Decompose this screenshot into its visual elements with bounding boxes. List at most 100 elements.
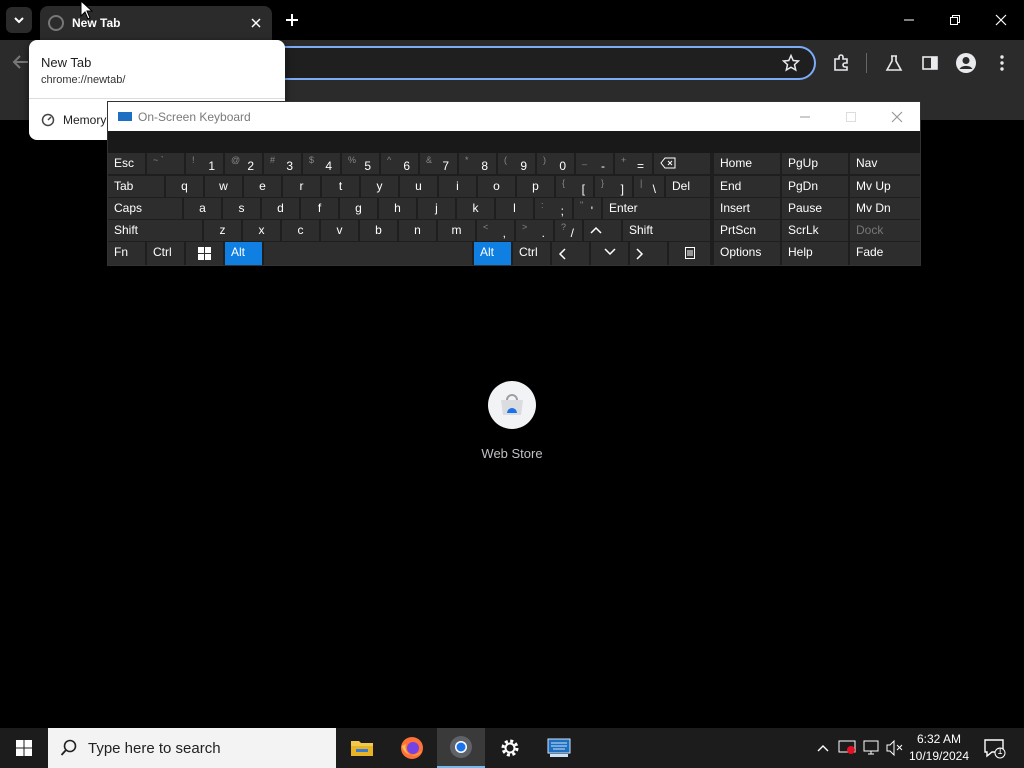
key-l[interactable]: l: [496, 198, 533, 219]
key-q[interactable]: q: [166, 176, 203, 197]
osk-maximize-button[interactable]: [828, 102, 874, 131]
key-menu[interactable]: [669, 242, 710, 265]
key-caps[interactable]: Caps: [108, 198, 182, 219]
key-period[interactable]: >.: [516, 220, 553, 241]
notification-center-button[interactable]: 1: [982, 736, 1006, 760]
taskbar-chrome[interactable]: [437, 728, 485, 768]
profile-button[interactable]: [955, 52, 977, 74]
key-backslash[interactable]: | \: [634, 176, 664, 197]
bookmark-star-icon[interactable]: [782, 54, 800, 72]
key-9[interactable]: (9: [498, 153, 535, 174]
key-k[interactable]: k: [457, 198, 494, 219]
key-i[interactable]: i: [439, 176, 476, 197]
key-comma[interactable]: <,: [477, 220, 514, 241]
key-n[interactable]: n: [399, 220, 436, 241]
taskbar-firefox[interactable]: [388, 728, 436, 768]
key-6[interactable]: ^ 6: [381, 153, 418, 174]
tray-security-icon[interactable]: [837, 738, 857, 758]
key-mv-up[interactable]: Mv Up: [850, 176, 920, 197]
key-arrow-up[interactable]: [584, 220, 621, 241]
key-j[interactable]: j: [418, 198, 455, 219]
key-x[interactable]: x: [243, 220, 280, 241]
key-8[interactable]: * 8: [459, 153, 496, 174]
key-pause[interactable]: Pause: [782, 198, 848, 219]
show-hidden-icons-button[interactable]: [813, 738, 833, 758]
key-b[interactable]: b: [360, 220, 397, 241]
key-fade[interactable]: Fade: [850, 242, 920, 265]
key-options[interactable]: Options: [714, 242, 780, 265]
key-nav[interactable]: Nav: [850, 153, 920, 174]
key-backtick[interactable]: ~ `: [147, 153, 184, 174]
osk-close-button[interactable]: [874, 102, 920, 131]
key-m[interactable]: m: [438, 220, 475, 241]
key-del[interactable]: Del: [666, 176, 710, 197]
key-minus[interactable]: _ -: [576, 153, 613, 174]
key-ctrl-right[interactable]: Ctrl: [513, 242, 550, 265]
new-tab-button[interactable]: [280, 8, 304, 32]
key-pgdn[interactable]: PgDn: [782, 176, 848, 197]
key-7[interactable]: & 7: [420, 153, 457, 174]
key-y[interactable]: y: [361, 176, 398, 197]
key-end[interactable]: End: [714, 176, 780, 197]
close-window-button[interactable]: [978, 0, 1024, 40]
key-0[interactable]: ) 0: [537, 153, 574, 174]
key-tab[interactable]: Tab: [108, 176, 164, 197]
key-pgup[interactable]: PgUp: [782, 153, 848, 174]
key-arrow-down[interactable]: [591, 242, 628, 265]
key-t[interactable]: t: [322, 176, 359, 197]
key-c[interactable]: c: [282, 220, 319, 241]
labs-button[interactable]: [883, 52, 905, 74]
minimize-button[interactable]: [886, 0, 932, 40]
key-help[interactable]: Help: [782, 242, 848, 265]
key-2[interactable]: @2: [225, 153, 262, 174]
key-home[interactable]: Home: [714, 153, 780, 174]
key-alt-right[interactable]: Alt: [474, 242, 511, 265]
key-bracket-open[interactable]: {[: [556, 176, 593, 197]
taskbar-settings[interactable]: [486, 728, 534, 768]
key-dock[interactable]: Dock: [850, 220, 920, 241]
side-panel-button[interactable]: [919, 52, 941, 74]
tab-search-button[interactable]: [6, 7, 32, 33]
key-shift-left[interactable]: Shift: [108, 220, 202, 241]
key-arrow-left[interactable]: [552, 242, 589, 265]
key-v[interactable]: v: [321, 220, 358, 241]
menu-button[interactable]: [991, 52, 1013, 74]
key-g[interactable]: g: [340, 198, 377, 219]
key-ctrl-left[interactable]: Ctrl: [147, 242, 184, 265]
key-3[interactable]: #3: [264, 153, 301, 174]
key-backspace[interactable]: [654, 153, 710, 174]
key-windows[interactable]: [186, 242, 223, 265]
taskbar-on-screen-keyboard[interactable]: [535, 728, 583, 768]
key-equals[interactable]: + =: [615, 153, 652, 174]
key-5[interactable]: % 5: [342, 153, 379, 174]
taskbar-clock[interactable]: 6:32 AM 10/19/2024: [906, 731, 972, 765]
key-r[interactable]: r: [283, 176, 320, 197]
key-insert[interactable]: Insert: [714, 198, 780, 219]
key-u[interactable]: u: [400, 176, 437, 197]
key-e[interactable]: e: [244, 176, 281, 197]
key-f[interactable]: f: [301, 198, 338, 219]
key-fn[interactable]: Fn: [108, 242, 145, 265]
web-store-shortcut[interactable]: [488, 381, 536, 429]
taskbar-file-explorer[interactable]: [338, 728, 386, 768]
key-shift-right[interactable]: Shift: [623, 220, 710, 241]
tab-new-tab[interactable]: New Tab: [40, 6, 272, 40]
key-bracket-close[interactable]: }]: [595, 176, 632, 197]
tab-close-button[interactable]: [248, 15, 264, 31]
key-a[interactable]: a: [184, 198, 221, 219]
key-enter[interactable]: Enter: [603, 198, 710, 219]
key-p[interactable]: p: [517, 176, 554, 197]
key-w[interactable]: w: [205, 176, 242, 197]
key-mv-dn[interactable]: Mv Dn: [850, 198, 920, 219]
key-semicolon[interactable]: :;: [535, 198, 572, 219]
key-alt-left[interactable]: Alt: [225, 242, 262, 265]
key-quote[interactable]: " ': [574, 198, 601, 219]
key-slash[interactable]: ? /: [555, 220, 582, 241]
back-arrow-icon[interactable]: [12, 53, 30, 71]
key-1[interactable]: ! 1: [186, 153, 223, 174]
key-s[interactable]: s: [223, 198, 260, 219]
restore-button[interactable]: [932, 0, 978, 40]
key-d[interactable]: d: [262, 198, 299, 219]
tray-volume-icon[interactable]: [885, 738, 905, 758]
key-arrow-right[interactable]: [630, 242, 667, 265]
